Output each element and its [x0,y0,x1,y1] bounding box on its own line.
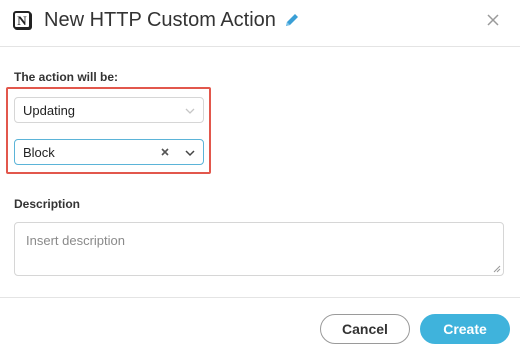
action-type-select[interactable]: Updating [14,97,204,123]
action-mode-value: Block [23,145,55,160]
resize-grip-icon[interactable] [493,265,501,273]
dialog-title: New HTTP Custom Action [44,9,276,31]
description-placeholder: Insert description [26,233,125,248]
create-button[interactable]: Create [420,314,510,344]
chevron-down-icon[interactable] [185,148,195,158]
description-input[interactable]: Insert description [14,222,504,276]
dialog-header: N New HTTP Custom Action [0,0,520,46]
description-label: Description [14,197,81,211]
header-divider [0,46,520,47]
cancel-button[interactable]: Cancel [320,314,410,344]
close-icon[interactable] [486,13,500,27]
action-type-value: Updating [23,103,76,118]
action-label: The action will be: [14,70,119,84]
pencil-icon[interactable] [284,12,300,28]
notion-icon: N [13,11,31,29]
chevron-down-icon [185,108,195,114]
footer-divider [0,297,520,298]
action-mode-select[interactable]: Block [14,139,204,165]
clear-icon[interactable] [159,146,171,158]
